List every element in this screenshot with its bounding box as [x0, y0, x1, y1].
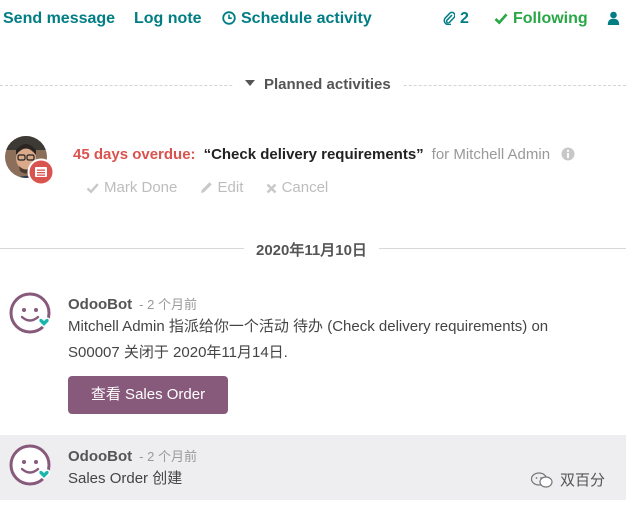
- attachments-button[interactable]: 2: [443, 10, 469, 28]
- log-note-button[interactable]: Log note: [134, 10, 202, 28]
- watermark: 双百分: [530, 469, 605, 490]
- chatter-topbar: Send message Log note Schedule activity …: [0, 0, 626, 40]
- message-author: OdooBot: [68, 448, 133, 465]
- followers-button[interactable]: [607, 10, 625, 28]
- message-author: OdooBot: [68, 296, 133, 313]
- message-date: - 2 个月前: [139, 297, 197, 312]
- assignee-avatar: [5, 136, 55, 186]
- message-author-line: OdooBot - 2 个月前: [68, 294, 197, 313]
- info-icon[interactable]: [561, 147, 575, 165]
- view-sales-order-button[interactable]: 查看 Sales Order: [68, 376, 228, 414]
- odoobot-avatar: [9, 292, 53, 336]
- odoobot-avatar: [9, 444, 53, 488]
- close-icon: [266, 183, 276, 194]
- cancel-button[interactable]: Cancel: [266, 179, 329, 196]
- schedule-activity-label: Schedule activity: [241, 10, 372, 27]
- check-icon: [86, 183, 99, 194]
- activity-actions: Mark Done Edit Cancel: [86, 179, 346, 196]
- attachment-count: 2: [460, 10, 469, 27]
- message-body: Sales Order 创建: [68, 470, 183, 487]
- message-body-line: Mitchell Admin 指派给你一个活动 待办 (Check delive…: [68, 318, 549, 335]
- message-item: OdooBot - 2 个月前 Sales Order 创建: [0, 435, 626, 500]
- planned-activities-toggle[interactable]: Planned activities: [233, 76, 403, 93]
- send-message-button[interactable]: Send message: [3, 10, 115, 28]
- schedule-activity-button[interactable]: Schedule activity: [222, 10, 372, 28]
- planned-activities-title: Planned activities: [264, 76, 391, 93]
- user-icon: [607, 11, 620, 25]
- activity-summary: “Check delivery requirements”: [203, 146, 424, 163]
- pencil-icon: [200, 182, 212, 193]
- message-date: - 2 个月前: [139, 449, 197, 464]
- cancel-label: Cancel: [281, 179, 329, 196]
- mark-done-label: Mark Done: [104, 179, 178, 196]
- message-body-line: S00007 关闭于 2020年11月14日.: [68, 344, 288, 361]
- mark-done-button[interactable]: Mark Done: [86, 179, 177, 196]
- caret-down-icon: [245, 80, 255, 86]
- message-body: Mitchell Admin 指派给你一个活动 待办 (Check delive…: [68, 314, 608, 366]
- edit-label: Edit: [217, 179, 244, 196]
- following-button[interactable]: Following: [494, 10, 588, 28]
- check-icon: [494, 13, 508, 25]
- wechat-icon: [530, 472, 553, 488]
- paperclip-icon: [443, 11, 456, 26]
- edit-button[interactable]: Edit: [200, 179, 244, 196]
- date-separator: 2020年11月10日: [244, 239, 379, 260]
- clock-icon: [222, 11, 236, 25]
- watermark-text: 双百分: [560, 472, 606, 489]
- activity-line: 45 days overdue: “Check delivery requirem…: [73, 146, 575, 165]
- message-author-line: OdooBot - 2 个月前: [68, 446, 197, 465]
- activity-type-icon: [27, 158, 55, 186]
- overdue-label: 45 days overdue:: [73, 146, 196, 163]
- following-label: Following: [513, 10, 588, 27]
- activity-assignee: for Mitchell Admin: [431, 146, 551, 163]
